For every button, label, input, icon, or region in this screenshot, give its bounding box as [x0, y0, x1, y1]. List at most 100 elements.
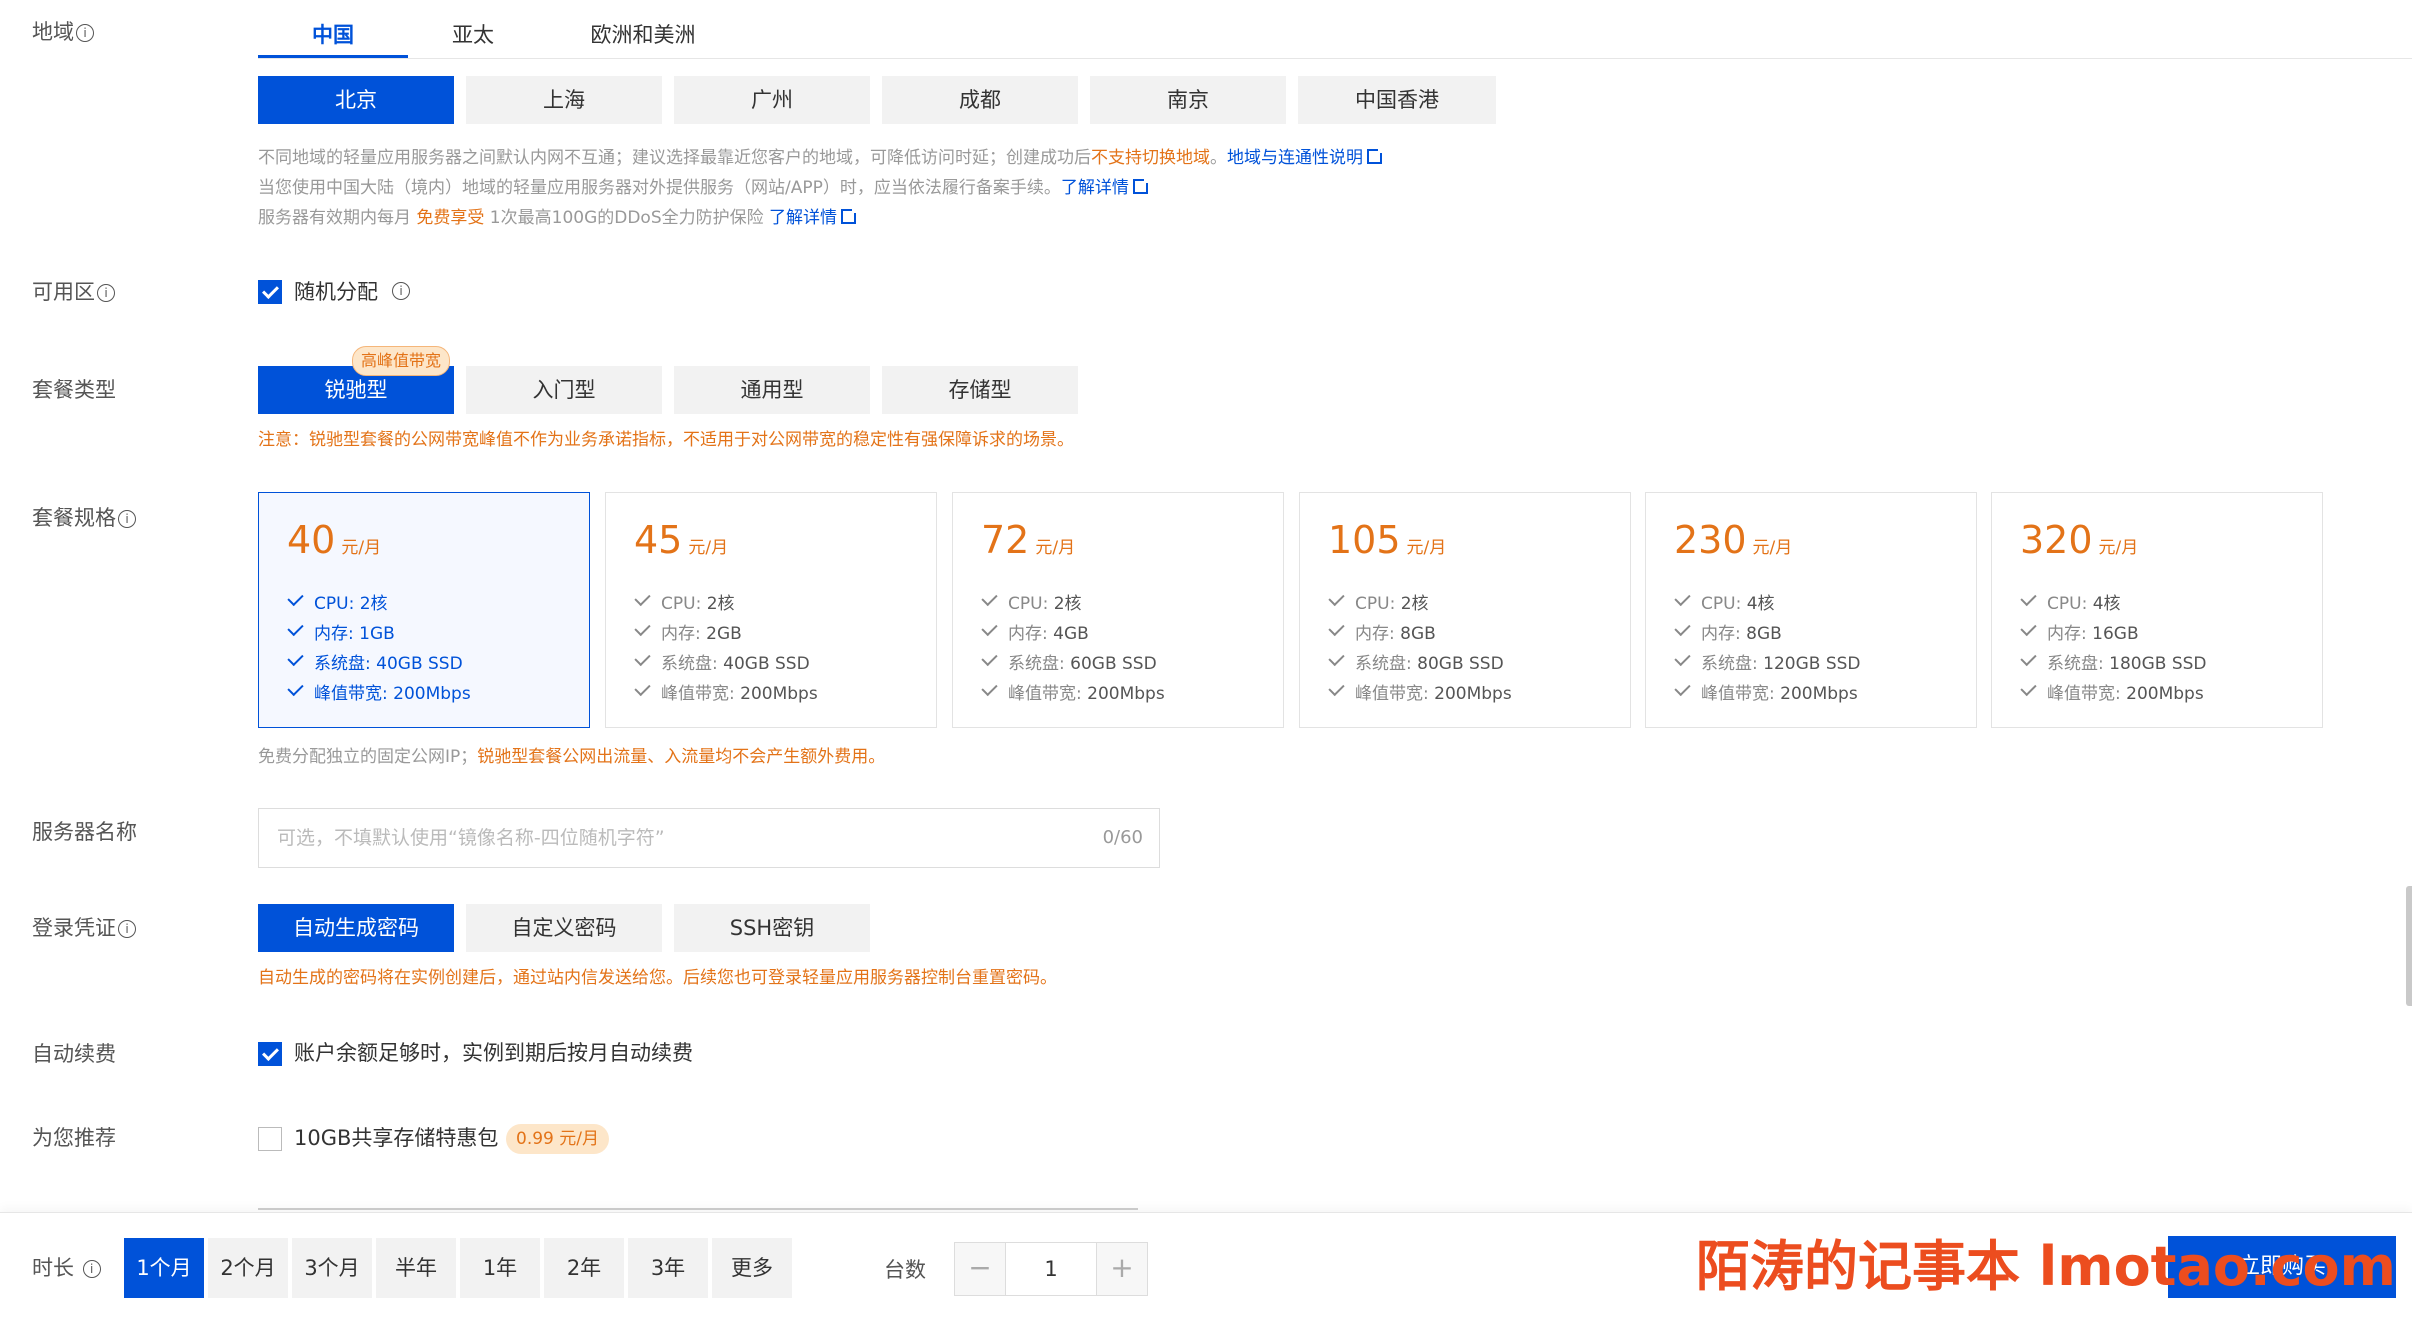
check-icon: [634, 679, 651, 697]
duration-more[interactable]: 更多: [712, 1238, 792, 1298]
external-link-icon: [1132, 177, 1150, 194]
quantity-input[interactable]: 1: [1006, 1242, 1096, 1296]
char-counter: 0/60: [1102, 827, 1143, 848]
info-icon[interactable]: i: [392, 282, 410, 300]
duration-3-months[interactable]: 3个月: [292, 1238, 372, 1298]
plan-bandwidth-value: 200Mbps: [2126, 684, 2204, 704]
zone-label-text: 可用区: [32, 280, 95, 304]
plan-price: 72 元/月: [981, 521, 1075, 559]
plan-bandwidth-value: 200Mbps: [740, 684, 818, 704]
check-icon: [287, 679, 304, 697]
region-note-1: 不同地域的轻量应用服务器之间默认内网不互通；建议选择最靠近您客户的地域，可降低访…: [258, 147, 1384, 168]
plan-cpu: CPU: 2核: [287, 589, 471, 619]
city-shanghai-button[interactable]: 上海: [466, 76, 662, 124]
plan-type-entry-button[interactable]: 入门型: [466, 366, 662, 414]
storage-pack-checkbox[interactable]: [258, 1127, 282, 1151]
plan-disk: 系统盘: 40GB SSD: [634, 649, 818, 679]
info-icon[interactable]: i: [97, 284, 115, 302]
ddos-details-link[interactable]: 了解详情: [769, 207, 859, 228]
plan-bandwidth-value: 200Mbps: [1780, 684, 1858, 704]
duration-2-months[interactable]: 2个月: [208, 1238, 288, 1298]
plan-memory-value: 8GB: [1400, 624, 1436, 644]
city-nanjing-button[interactable]: 南京: [1090, 76, 1286, 124]
quantity-minus-button[interactable]: −: [954, 1242, 1006, 1296]
plan-card[interactable]: 320 元/月 CPU: 4核 内存: 16GB 系统盘: 180GB SSD 峰…: [1991, 492, 2323, 728]
check-icon: [1328, 619, 1345, 637]
plan-memory-value: 1GB: [359, 624, 395, 644]
plan-price-unit: 元/月: [688, 538, 729, 558]
plan-price-unit: 元/月: [341, 538, 382, 558]
plan-price: 230 元/月: [1674, 521, 1792, 559]
check-icon: [634, 589, 651, 607]
custom-password-button[interactable]: 自定义密码: [466, 904, 662, 952]
plan-disk-key: 系统盘:: [661, 654, 724, 674]
plan-price-value: 105: [1328, 518, 1401, 562]
city-chengdu-button[interactable]: 成都: [882, 76, 1078, 124]
auto-password-button[interactable]: 自动生成密码: [258, 904, 454, 952]
scrollbar-thumb[interactable]: [2406, 886, 2412, 1006]
plan-disk: 系统盘: 180GB SSD: [2020, 649, 2207, 679]
plan-memory: 内存: 1GB: [287, 619, 471, 649]
info-icon[interactable]: i: [76, 24, 94, 42]
duration-half-year[interactable]: 半年: [376, 1238, 456, 1298]
plan-card[interactable]: 40 元/月 CPU: 2核 内存: 1GB 系统盘: 40GB SSD 峰值带宽…: [258, 492, 590, 728]
plan-memory-key: 内存:: [2047, 624, 2093, 644]
plan-note-text: 免费分配独立的固定公网IP；: [258, 747, 478, 767]
plan-card[interactable]: 230 元/月 CPU: 4核 内存: 8GB 系统盘: 120GB SSD 峰值…: [1645, 492, 1977, 728]
plan-spec-list: CPU: 2核 内存: 4GB 系统盘: 60GB SSD 峰值带宽: 200M…: [981, 589, 1165, 709]
plan-note-highlight: 锐驰型套餐公网出流量、入流量均不会产生额外费用。: [477, 747, 886, 767]
plan-card[interactable]: 72 元/月 CPU: 2核 内存: 4GB 系统盘: 60GB SSD 峰值带宽…: [952, 492, 1284, 728]
plan-memory-key: 内存:: [1008, 624, 1054, 644]
info-icon[interactable]: i: [82, 1260, 101, 1278]
city-beijing-button[interactable]: 北京: [258, 76, 454, 124]
plan-memory: 内存: 8GB: [1674, 619, 1861, 649]
region-connectivity-link-text: 地域与连通性说明: [1227, 148, 1363, 168]
tab-europe-america[interactable]: 欧洲和美洲: [558, 12, 728, 58]
auto-renew-checkbox[interactable]: [258, 1042, 282, 1066]
plan-cpu-key: CPU:: [661, 594, 707, 614]
plan-type-storage-button[interactable]: 存储型: [882, 366, 1078, 414]
plan-disk-key: 系统盘:: [1701, 654, 1764, 674]
filing-details-link[interactable]: 了解详情: [1061, 177, 1150, 198]
city-hongkong-button[interactable]: 中国香港: [1298, 76, 1496, 124]
check-icon: [1674, 619, 1691, 637]
plan-bandwidth-key: 峰值带宽:: [1701, 684, 1781, 704]
duration-3-years[interactable]: 3年: [628, 1238, 708, 1298]
plan-cpu-key: CPU:: [1355, 594, 1401, 614]
external-link-icon: [1367, 147, 1384, 164]
ssh-key-button[interactable]: SSH密钥: [674, 904, 870, 952]
plan-memory-key: 内存:: [314, 624, 360, 644]
check-icon: [2020, 589, 2037, 607]
server-name-field[interactable]: 0/60: [258, 808, 1160, 868]
plan-type-label: 套餐类型: [32, 378, 116, 402]
plan-price: 40 元/月: [287, 521, 381, 559]
duration-2-years[interactable]: 2年: [544, 1238, 624, 1298]
plan-memory-value: 4GB: [1053, 624, 1089, 644]
info-icon[interactable]: i: [118, 920, 136, 938]
duration-1-month[interactable]: 1个月: [124, 1238, 204, 1298]
tab-china[interactable]: 中国: [258, 12, 408, 58]
plan-spec-label-text: 套餐规格: [32, 506, 116, 530]
plan-spec-list: CPU: 2核 内存: 1GB 系统盘: 40GB SSD 峰值带宽: 200M…: [287, 589, 471, 709]
city-guangzhou-button[interactable]: 广州: [674, 76, 870, 124]
server-name-input[interactable]: [275, 809, 1059, 867]
region-connectivity-link[interactable]: 地域与连通性说明: [1227, 147, 1384, 168]
tab-asia-pacific[interactable]: 亚太: [408, 12, 538, 58]
info-icon[interactable]: i: [118, 510, 136, 528]
plan-type-general-button[interactable]: 通用型: [674, 366, 870, 414]
random-zone-checkbox[interactable]: [258, 280, 282, 304]
plan-bandwidth-key: 峰值带宽:: [2047, 684, 2127, 704]
login-label: 登录凭证 i: [32, 918, 136, 939]
random-zone-label: 随机分配: [294, 280, 378, 304]
duration-1-year[interactable]: 1年: [460, 1238, 540, 1298]
plan-memory: 内存: 8GB: [1328, 619, 1512, 649]
plan-card[interactable]: 45 元/月 CPU: 2核 内存: 2GB 系统盘: 40GB SSD 峰值带宽…: [605, 492, 937, 728]
check-icon: [1674, 589, 1691, 607]
login-label-text: 登录凭证: [32, 916, 116, 940]
plan-spec-list: CPU: 4核 内存: 8GB 系统盘: 120GB SSD 峰值带宽: 200…: [1674, 589, 1861, 709]
plan-price-unit: 元/月: [1406, 538, 1447, 558]
plan-card[interactable]: 105 元/月 CPU: 2核 内存: 8GB 系统盘: 80GB SSD 峰值带…: [1299, 492, 1631, 728]
check-icon: [2020, 619, 2037, 637]
storage-pack-price: 0.99 元/月: [506, 1124, 609, 1154]
quantity-plus-button[interactable]: +: [1096, 1242, 1148, 1296]
